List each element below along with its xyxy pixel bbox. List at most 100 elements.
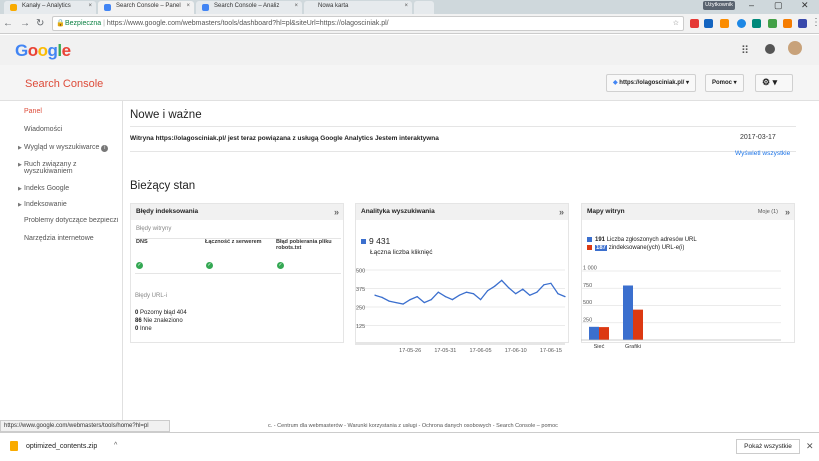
extension-icon[interactable]: [768, 19, 777, 28]
tab-search-console-panel[interactable]: Search Console – Panel ×: [98, 1, 194, 14]
sidebar-item-google-index[interactable]: ▶ Indeks Google: [18, 185, 69, 192]
news-message[interactable]: Witryna https://olagosciniak.pl/ jest te…: [130, 126, 796, 152]
crawl-errors-header[interactable]: Błędy indeksowania »: [131, 204, 343, 220]
google-logo[interactable]: Google: [15, 41, 71, 61]
expand-arrow-icon: ▶: [18, 145, 22, 151]
dns-column: DNS: [136, 239, 148, 245]
extension-icon[interactable]: [752, 19, 761, 28]
legend-count: 187: [595, 245, 608, 251]
data-point: [381, 296, 383, 298]
apps-grid-icon[interactable]: ⠿: [741, 44, 749, 57]
sitemaps-legend: 191 Liczba zgłoszonych adresów URL 187 z…: [587, 236, 697, 252]
tab-label: Kanały – Analytics: [22, 3, 71, 9]
close-tab-icon[interactable]: ×: [294, 3, 298, 9]
info-icon[interactable]: i: [101, 145, 109, 152]
close-tab-icon[interactable]: ×: [186, 3, 190, 9]
secure-label: Bezpieczna: [65, 20, 102, 27]
sidebar-item-security[interactable]: Problemy dotyczące bezpieczi: [24, 217, 120, 224]
extension-icon[interactable]: [783, 19, 792, 28]
user-badge[interactable]: Użytkownik: [703, 1, 735, 10]
sitemap-bar: [589, 326, 599, 340]
zip-file-icon: [10, 441, 18, 451]
mine-label[interactable]: Moje (1): [758, 204, 778, 220]
maximize-icon[interactable]: ▢: [774, 0, 783, 11]
settings-dropdown[interactable]: ⚙ ▾: [755, 74, 793, 92]
sidebar-item-messages[interactable]: Wiadomości: [24, 126, 62, 133]
data-point: [564, 296, 566, 298]
tab-search-console-analytics[interactable]: Search Console – Analiz ×: [196, 1, 302, 14]
error-count: 0: [135, 326, 139, 332]
chevron-right-icon[interactable]: »: [334, 204, 339, 220]
close-tab-icon[interactable]: ×: [404, 3, 408, 9]
robots-fetch-column: Błąd pobierania pliku robots.txt: [276, 239, 332, 251]
legend-count: 191: [595, 237, 606, 243]
menu-icon[interactable]: ⋮: [811, 17, 819, 28]
error-label: Inne: [140, 326, 152, 332]
legend-swatch: [587, 244, 592, 250]
data-point: [444, 296, 446, 298]
y-tick-label: 750: [583, 283, 592, 289]
sidebar-item-search-appearance[interactable]: ▶ Wygląd w wyszukiwarce i: [18, 144, 109, 152]
data-point: [494, 285, 496, 287]
sidebar-item-panel[interactable]: Panel: [24, 108, 42, 115]
chevron-right-icon[interactable]: »: [559, 204, 564, 220]
avatar[interactable]: [788, 41, 802, 55]
chevron-right-icon[interactable]: »: [785, 204, 790, 220]
url-error-item[interactable]: 0 Pozorny błąd 404: [135, 309, 187, 317]
site-errors-label: Błędy witryny: [136, 226, 172, 232]
sidebar-item-web-tools[interactable]: Narzędzia internetowe: [24, 235, 94, 242]
clicks-label: Łączna liczba kliknięć: [370, 249, 433, 256]
url-bar[interactable]: Bezpieczna | https://www.google.com/webm…: [52, 16, 684, 31]
error-count: 0: [135, 310, 139, 316]
close-tab-icon[interactable]: ×: [88, 3, 92, 9]
chevron-up-icon[interactable]: ^: [114, 442, 117, 449]
x-tick-label: 17-06-15: [540, 348, 562, 354]
clicks-total: 9 431: [361, 236, 390, 246]
close-downloads-icon[interactable]: ✕: [806, 441, 814, 452]
sidebar-item-search-traffic[interactable]: ▶ Ruch związany z wyszukiwaniem: [18, 161, 77, 175]
sitemaps-bar-chart: 1 000 750 500 250 Sieć Grafiki: [581, 266, 781, 350]
card-title: Błędy indeksowania: [136, 208, 199, 215]
sidebar-item-crawl[interactable]: ▶ Indeksowanie: [18, 201, 67, 208]
minimize-icon[interactable]: –: [749, 0, 754, 10]
extension-icon[interactable]: [704, 19, 713, 28]
tab-analytics[interactable]: Kanały – Analytics ×: [4, 1, 96, 14]
search-analytics-header[interactable]: Analityka wyszukiwania »: [356, 204, 568, 220]
extension-icon[interactable]: [737, 19, 746, 28]
site-label: https://olagosciniak.pl/: [619, 80, 685, 86]
data-point: [451, 299, 454, 301]
footer-links[interactable]: c. - Centrum dla webmasterów - Warunki k…: [268, 423, 558, 429]
y-tick-label: 250: [356, 306, 365, 312]
data-point: [409, 299, 411, 301]
data-point: [557, 293, 559, 295]
sitemaps-header[interactable]: Mapy witryn Moje (1) »: [582, 204, 794, 220]
data-point: [437, 291, 439, 293]
help-dropdown[interactable]: Pomoc ▾: [705, 74, 744, 92]
notifications-icon[interactable]: [765, 44, 775, 54]
page-title[interactable]: Search Console: [25, 78, 103, 90]
extension-icon[interactable]: [798, 19, 807, 28]
close-window-icon[interactable]: ✕: [801, 0, 809, 11]
show-all-downloads-button[interactable]: Pokaż wszystkie: [736, 439, 800, 454]
new-tab-button[interactable]: [414, 1, 434, 14]
y-tick-label: 125: [356, 324, 365, 330]
url-errors-label: Błędy URL-i: [135, 293, 168, 299]
lock-icon: 🔒: [56, 20, 65, 27]
site-dropdown[interactable]: ◆ https://olagosciniak.pl/ ▾: [606, 74, 696, 92]
download-filename[interactable]: optimized_contents.zip: [26, 443, 97, 450]
data-point: [501, 279, 503, 281]
url-error-item[interactable]: 86 Nie znaleziono: [135, 317, 187, 325]
reload-icon[interactable]: ↻: [36, 18, 44, 29]
y-tick-label: 1 000: [583, 266, 597, 272]
expand-arrow-icon: ▶: [18, 202, 22, 208]
data-point: [486, 290, 489, 292]
extension-icon[interactable]: [720, 19, 729, 28]
legend-swatch: [587, 236, 592, 242]
opera-extension-icon[interactable]: [690, 19, 699, 28]
tab-new[interactable]: Nowa karta ×: [304, 1, 412, 14]
url-error-item[interactable]: 0 Inne: [135, 325, 187, 333]
show-all-link[interactable]: Wyświetl wszystkie: [735, 150, 790, 157]
star-icon[interactable]: ☆: [673, 17, 679, 30]
forward-icon[interactable]: →: [20, 18, 30, 29]
back-icon[interactable]: ←: [3, 18, 13, 29]
